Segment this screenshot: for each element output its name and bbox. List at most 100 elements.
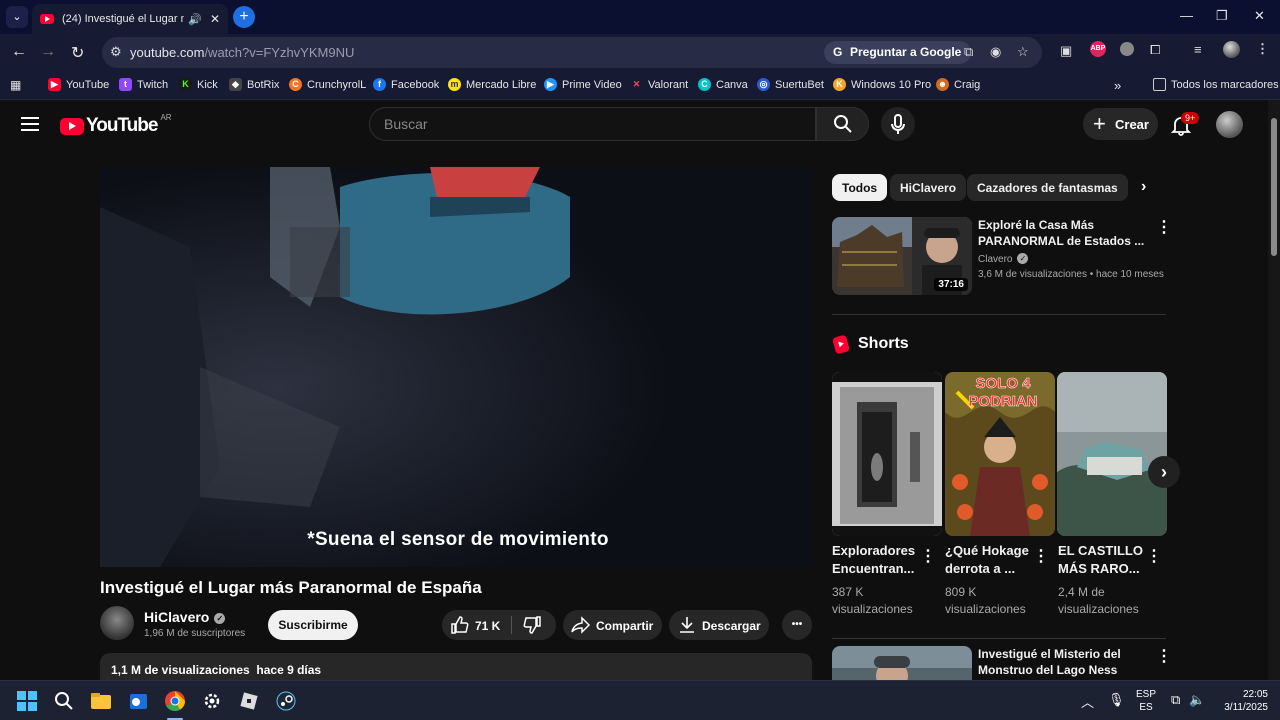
bookmark-crunchyroll[interactable]: C CrunchyrolL	[289, 78, 366, 91]
search-icon[interactable]	[54, 691, 74, 711]
close-window-button[interactable]: ✕	[1254, 8, 1265, 24]
search-box[interactable]	[369, 107, 816, 141]
subscribe-button[interactable]: Suscribirme	[268, 610, 358, 640]
bookmark-kick[interactable]: K Kick	[179, 78, 218, 91]
rec-more-icon[interactable]: ⋮	[1156, 646, 1172, 666]
scrollbar-thumb[interactable]	[1271, 118, 1277, 256]
like-button[interactable]: 71 K	[450, 614, 510, 636]
mercado-libre-icon: m	[448, 78, 461, 91]
reload-button[interactable]: ↻	[71, 43, 84, 63]
chip-hiclavero[interactable]: HiClavero	[890, 174, 967, 201]
file-explorer-icon[interactable]	[91, 691, 111, 711]
url-host: youtube.com	[130, 45, 205, 60]
chip-todos[interactable]: Todos	[832, 174, 888, 201]
short-title[interactable]: EL CASTILLO MÁS RARO...	[1058, 542, 1148, 578]
clock[interactable]: 22:05 3/11/2025	[1224, 688, 1268, 714]
search-button[interactable]	[816, 107, 869, 141]
minimize-button[interactable]: —	[1180, 8, 1193, 23]
bookmark-canva[interactable]: C Canva	[698, 78, 748, 91]
share-button[interactable]: Compartir	[563, 610, 662, 640]
chip-cazadores[interactable]: Cazadores de fantasmas	[967, 174, 1128, 201]
bookmark-botrix[interactable]: ◆ BotRix	[229, 78, 279, 91]
youtube-logo[interactable]: YouTube AR	[60, 113, 172, 137]
bookmark-youtube[interactable]: ▶ YouTube	[48, 78, 109, 91]
voice-search-button[interactable]	[881, 107, 915, 141]
input-language[interactable]: ESP ES	[1136, 688, 1156, 714]
media-extension-icon[interactable]: ▣	[1060, 43, 1072, 59]
account-avatar[interactable]	[1216, 111, 1243, 138]
extension-icon[interactable]	[1120, 42, 1134, 56]
description-box[interactable]: 1,1 M de visualizaciones hace 9 días	[100, 653, 812, 680]
steam-icon[interactable]	[276, 691, 296, 711]
settings-gear-icon[interactable]	[202, 691, 222, 711]
short-more-icon[interactable]: ⋮	[1033, 546, 1049, 566]
apps-grid-icon[interactable]: ▦	[10, 78, 21, 92]
bookmark-suertubet[interactable]: ◎ SuertuBet	[757, 78, 824, 91]
video-thumbnail[interactable]: 37:16	[832, 217, 972, 295]
profile-avatar[interactable]	[1223, 41, 1240, 58]
bookmark-facebook[interactable]: f Facebook	[373, 78, 439, 91]
video-player[interactable]: *Suena el sensor de movimiento	[100, 167, 812, 567]
tracking-protection-icon[interactable]: ◉	[990, 44, 1001, 60]
reading-list-icon[interactable]: ≡	[1194, 42, 1202, 57]
adblock-plus-icon[interactable]: ABP	[1090, 41, 1106, 57]
install-app-icon[interactable]: ⧉	[964, 44, 973, 60]
ask-google-button[interactable]: Preguntar a Google	[824, 41, 972, 64]
bookmark-twitch[interactable]: t Twitch	[119, 78, 168, 91]
short-more-icon[interactable]: ⋮	[920, 546, 936, 566]
dislike-button[interactable]	[522, 615, 542, 638]
tray-chevron-icon[interactable]: ︿	[1081, 692, 1094, 711]
bookmark-star-icon[interactable]: ☆	[1017, 44, 1029, 60]
short-thumbnail[interactable]: SOLO 4 PODRIAN	[945, 372, 1055, 536]
download-button[interactable]: Descargar	[669, 610, 769, 640]
chips-next-icon[interactable]: ›	[1141, 178, 1146, 196]
rec-channel[interactable]: Clavero ✓	[978, 253, 1029, 265]
back-button[interactable]: ←	[11, 43, 27, 61]
recommended-video[interactable]: 37:16 Exploré la Casa Más PARANORMAL de …	[832, 217, 1172, 297]
short-more-icon[interactable]: ⋮	[1146, 546, 1162, 566]
volume-icon[interactable]: 🔈	[1189, 692, 1205, 708]
speaker-icon[interactable]: 🔊	[188, 13, 202, 26]
recommended-video[interactable]: Investigué el Misterio del Monstruo del …	[832, 646, 1172, 680]
address-bar[interactable]: ⚙ youtube.com/watch?v=FYzhvYKM9NU Pregun…	[102, 37, 1042, 68]
bookmark-valorant[interactable]: ✕ Valorant	[630, 78, 688, 91]
rec-meta: 3,6 M de visualizaciones • hace 10 meses	[978, 269, 1164, 280]
active-tab[interactable]: (24) Investigué el Lugar má 🔊 ✕	[32, 4, 228, 34]
network-icon[interactable]: ⧉	[1171, 692, 1180, 708]
chrome-icon[interactable]	[165, 691, 185, 711]
rec-more-icon[interactable]: ⋮	[1156, 217, 1172, 237]
more-bookmarks-icon[interactable]: »	[1114, 78, 1121, 93]
tab-close-button[interactable]: ✕	[210, 12, 220, 26]
extensions-puzzle-icon[interactable]: ⧠	[1150, 42, 1160, 58]
short-thumbnail[interactable]	[832, 372, 942, 536]
hamburger-menu-icon[interactable]	[21, 117, 39, 131]
all-bookmarks-folder[interactable]: Todos los marcadores	[1153, 78, 1279, 91]
more-actions-button[interactable]: •••	[782, 610, 812, 640]
video-thumbnail[interactable]	[832, 646, 972, 680]
site-info-icon[interactable]: ⚙	[110, 44, 122, 60]
rec-video-title[interactable]: Investigué el Misterio del Monstruo del …	[978, 646, 1148, 678]
create-button[interactable]: Crear	[1083, 108, 1158, 140]
windows-start-icon[interactable]	[17, 691, 37, 711]
search-input[interactable]	[370, 108, 815, 140]
roblox-icon[interactable]	[239, 691, 259, 711]
short-thumbnail[interactable]	[1057, 372, 1167, 536]
bookmark-craig[interactable]: ☻ Craig	[936, 78, 980, 91]
channel-name[interactable]: HiClavero ✓	[144, 609, 226, 625]
rec-video-title[interactable]: Exploré la Casa Más PARANORMAL de Estado…	[978, 217, 1148, 249]
url-text[interactable]: youtube.com/watch?v=FYzhvYKM9NU	[130, 45, 354, 60]
forward-button[interactable]: →	[40, 43, 56, 61]
maximize-button[interactable]: ❐	[1216, 8, 1228, 24]
microphone-icon[interactable]: 🎙	[1108, 692, 1125, 708]
chrome-menu-icon[interactable]: ⋮	[1256, 41, 1269, 57]
channel-avatar[interactable]	[100, 606, 134, 640]
tab-search-button[interactable]: ⌄	[6, 6, 28, 28]
short-title[interactable]: Exploradores Encuentran...	[832, 542, 922, 578]
bookmark-windows-10-pro[interactable]: K Windows 10 Pro	[833, 78, 931, 91]
bookmark-prime-video[interactable]: ▶ Prime Video	[544, 78, 622, 91]
outlook-icon[interactable]	[128, 691, 148, 711]
shorts-next-button[interactable]: ›	[1148, 456, 1180, 488]
short-title[interactable]: ¿Qué Hokage derrota a ...	[945, 542, 1035, 578]
bookmark-mercado-libre[interactable]: m Mercado Libre	[448, 78, 536, 91]
new-tab-button[interactable]: +	[233, 6, 255, 28]
